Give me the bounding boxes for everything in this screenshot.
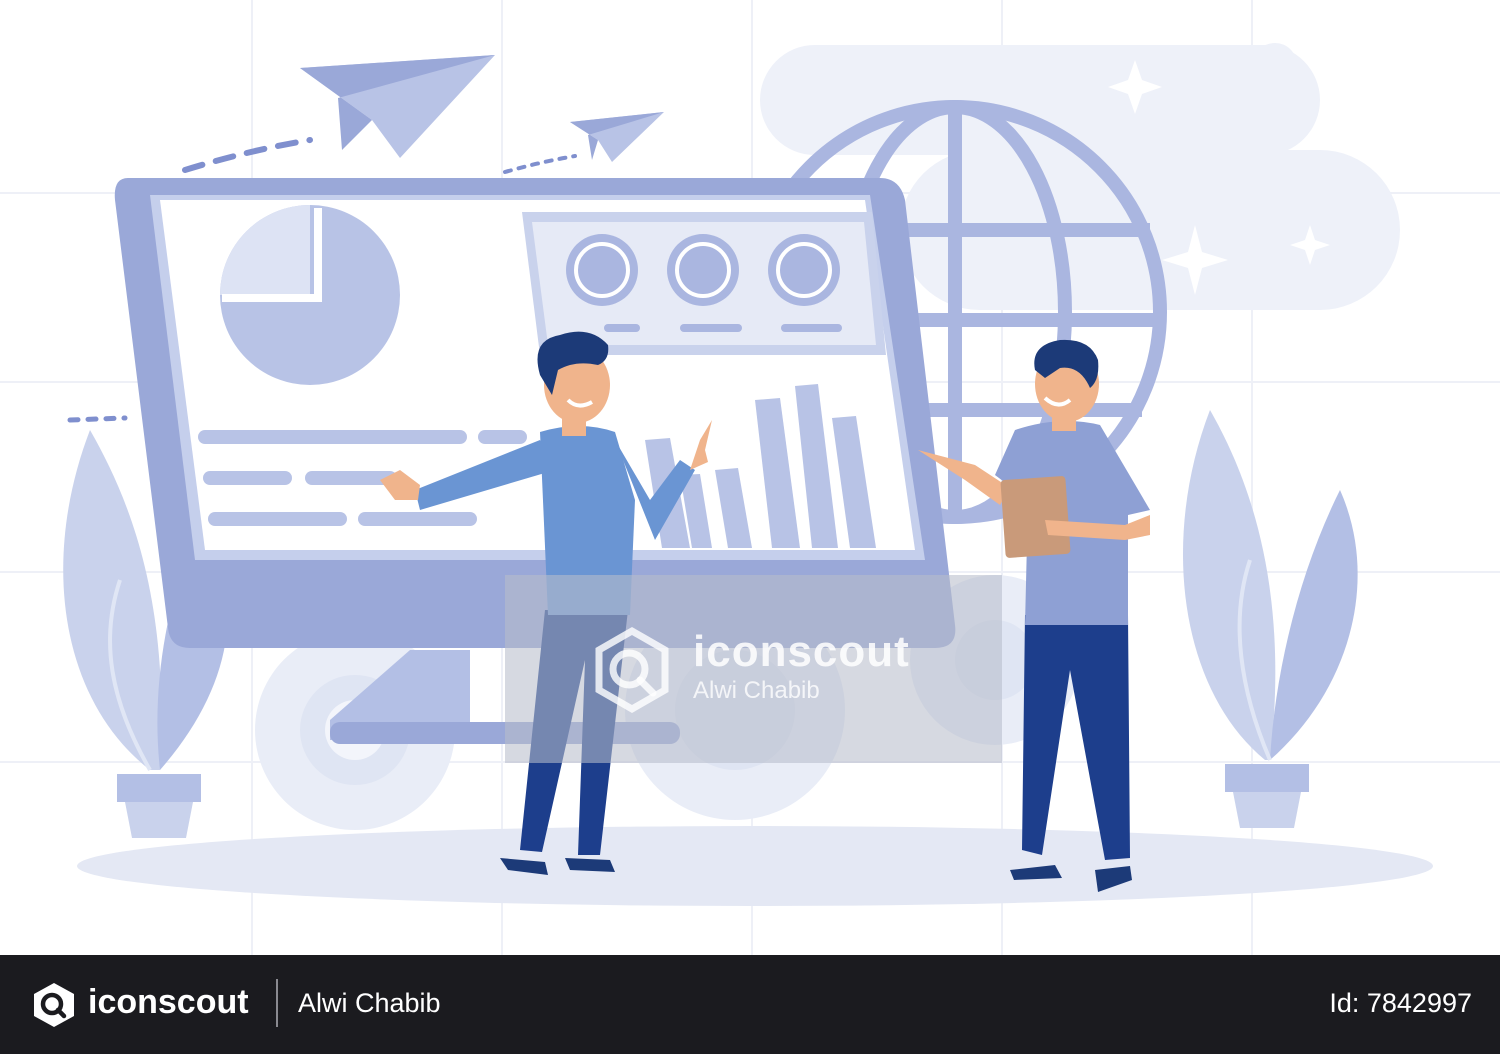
footer-author[interactable]: Alwi Chabib <box>298 988 441 1019</box>
flight-trail <box>67 415 128 423</box>
flight-trail <box>182 137 313 173</box>
flight-trail <box>503 154 577 174</box>
watermark-brand: iconscout <box>693 627 910 676</box>
watermark-author: Alwi Chabib <box>693 677 820 704</box>
paper-plane-icon <box>300 55 495 158</box>
paper-plane-icon <box>570 112 664 162</box>
watermark: iconscout Alwi Chabib <box>505 575 1002 763</box>
footer-brand[interactable]: iconscout <box>88 983 249 1022</box>
asset-id: Id: 7842997 <box>1329 988 1472 1018</box>
footer-bar: iconscout Alwi Chabib Id: 7842997 <box>0 955 1500 1054</box>
footer-divider <box>276 979 278 1027</box>
ground-shadow <box>77 826 1433 906</box>
pie-chart-icon <box>220 205 400 385</box>
stock-illustration-page: iconscout Alwi Chabib iconscout Alwi Cha… <box>0 0 1500 1054</box>
potted-plant-right <box>1182 410 1358 828</box>
iconscout-logo-icon[interactable] <box>30 981 78 1029</box>
iconscout-logo-icon <box>595 626 669 714</box>
business-analytics-illustration <box>0 0 1500 955</box>
